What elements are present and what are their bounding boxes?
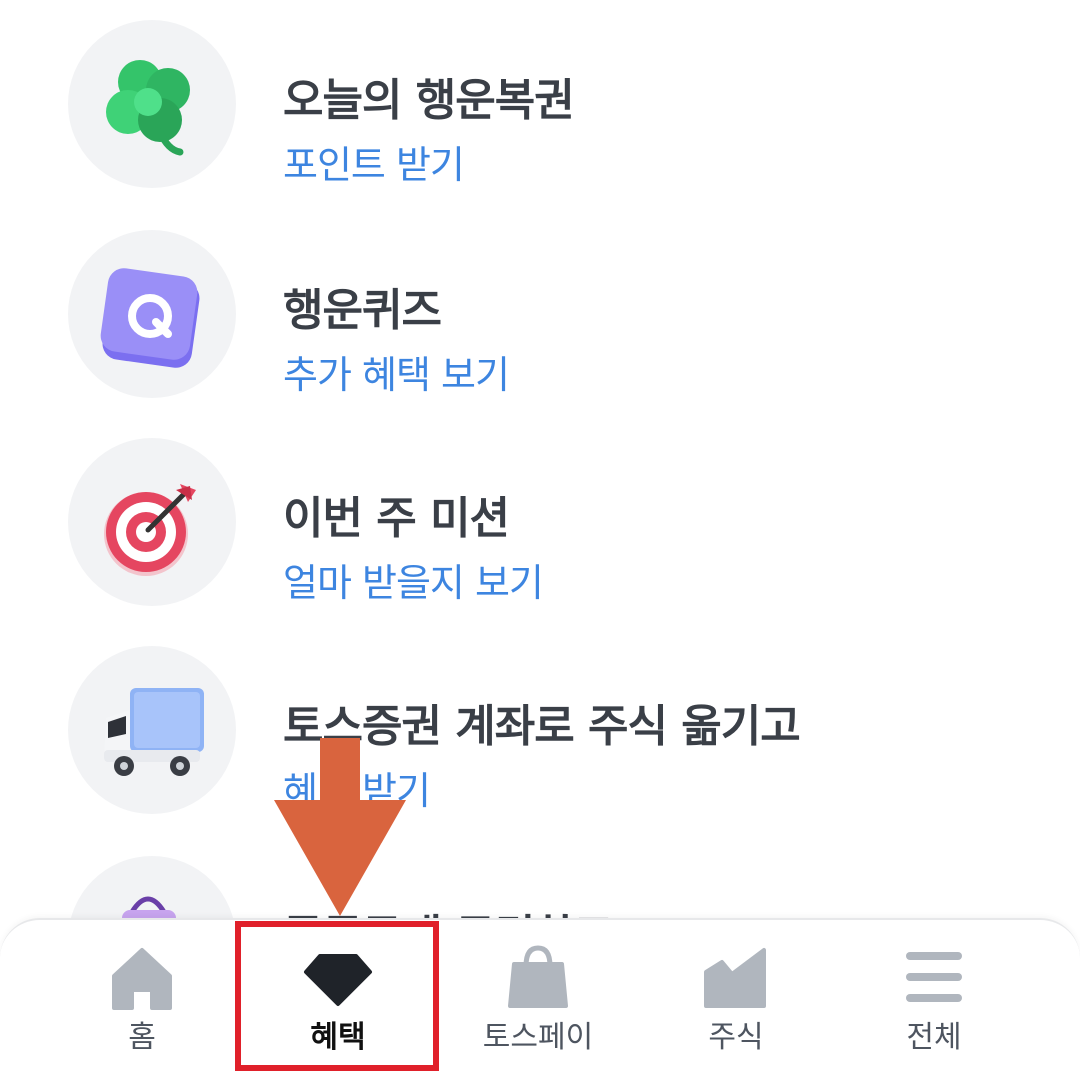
tab-tosspay[interactable]: 토스페이 — [438, 920, 638, 1082]
item-title: 이번 주 미션 — [283, 493, 510, 544]
tab-home[interactable]: 홈 — [42, 920, 242, 1082]
menu-icon — [906, 952, 962, 1002]
item-action-link[interactable]: 얼마 받을지 보기 — [283, 552, 544, 607]
item-title: 행운퀴즈 — [283, 285, 442, 336]
stock-chart-icon — [704, 948, 766, 1008]
item-action-link[interactable]: 포인트 받기 — [283, 134, 465, 189]
tab-label: 홈 — [128, 1020, 156, 1055]
list-item-lucky-quiz[interactable]: 행운퀴즈 추가 혜택 보기 — [0, 230, 1080, 430]
clover-icon — [68, 20, 236, 188]
bottom-tab-bar: 홈 혜택 토스페이 주식 전체 — [0, 918, 1080, 1082]
tab-label: 토스페이 — [482, 1020, 594, 1055]
list-item-weekly-mission[interactable]: 이번 주 미션 얼마 받을지 보기 — [0, 438, 1080, 638]
tab-all[interactable]: 전체 — [834, 920, 1034, 1082]
list-item-stock-transfer[interactable]: 토스증권 계좌로 주식 옮기고 혜택 받기 — [0, 646, 1080, 846]
list-item-lucky-lottery[interactable]: 오늘의 행운복권 포인트 받기 — [0, 20, 1080, 220]
tab-label: 주식 — [708, 1020, 764, 1055]
shopping-bag-icon — [508, 945, 568, 1008]
benefit-list: 오늘의 행운복권 포인트 받기 행운퀴즈 추가 혜택 보기 이번 주 미션 얼마… — [0, 0, 1080, 920]
truck-icon — [68, 646, 236, 814]
tab-stock[interactable]: 주식 — [636, 920, 836, 1082]
home-icon — [112, 948, 172, 1010]
highlight-box-annotation — [235, 921, 439, 1071]
item-action-link[interactable]: 추가 혜택 보기 — [283, 344, 510, 399]
list-item-group-buy[interactable]: 공동구매 구경하고 — [0, 856, 1080, 920]
dart-target-icon — [68, 438, 236, 606]
item-title: 오늘의 행운복권 — [283, 75, 575, 126]
tab-label: 전체 — [906, 1020, 962, 1055]
down-arrow-annotation — [274, 738, 406, 916]
shopping-bag-icon — [68, 856, 236, 920]
quiz-q-icon — [68, 230, 236, 398]
